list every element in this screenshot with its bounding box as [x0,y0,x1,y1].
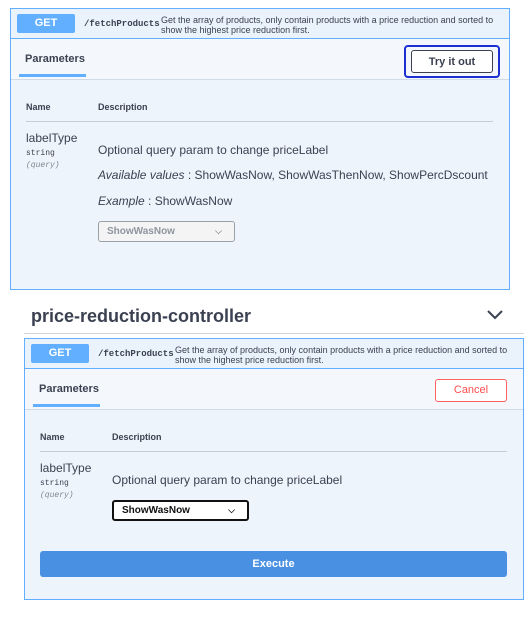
operation-description: Get the array of products, only contain … [175,345,508,365]
tab-underline [33,404,100,407]
tab-underline [19,74,86,77]
column-header-description: Description [112,432,162,442]
param-type: string [40,479,69,488]
chevron-down-icon: ⌵ [215,226,222,236]
operation-summary[interactable]: GET /fetchProducts Get the array of prod… [11,9,509,39]
section-title[interactable]: price-reduction-controller [31,306,251,327]
cancel-button[interactable]: Cancel [435,379,507,402]
param-location: (query) [40,491,74,500]
operation-panel-bottom: GET /fetchProducts Get the array of prod… [24,338,524,600]
chevron-down-icon: ⌵ [228,505,235,515]
operation-panel-top: GET /fetchProducts Get the array of prod… [10,8,510,290]
header-divider [40,451,507,452]
chevron-down-icon[interactable] [486,309,504,321]
available-values-label: Available values [98,168,185,182]
tab-parameters[interactable]: Parameters [39,383,99,395]
example-text: : ShowWasNow [148,194,233,208]
param-name: labelType [26,131,78,145]
annotation-highlight [404,45,500,78]
column-header-name: Name [26,102,51,112]
select-value: ShowWasNow [122,505,190,516]
param-select[interactable]: ShowWasNow ⌵ [112,500,249,521]
example-label: Example [98,194,145,208]
operation-description: Get the array of products, only contain … [161,15,494,35]
available-values: Available values : ShowWasNow, ShowWasTh… [98,168,488,182]
method-badge: GET [17,14,75,33]
example-value: Example : ShowWasNow [98,194,232,208]
header-divider [26,121,493,122]
param-select-disabled: ShowWasNow ⌵ [98,221,235,242]
section-divider [24,333,524,334]
available-values-list: : ShowWasNow, ShowWasThenNow, ShowPercDs… [187,168,488,182]
execute-button[interactable]: Execute [40,551,507,577]
column-header-description: Description [98,102,148,112]
method-badge: GET [31,344,89,363]
endpoint-path: /fetchProducts [98,349,174,359]
select-value: ShowWasNow [107,226,175,237]
param-description: Optional query param to change priceLabe… [98,143,329,157]
operation-summary[interactable]: GET /fetchProducts Get the array of prod… [25,339,523,369]
param-description: Optional query param to change priceLabe… [112,473,343,487]
endpoint-path: /fetchProducts [84,19,160,29]
param-name: labelType [40,461,92,475]
param-location: (query) [26,161,60,170]
param-type: string [26,149,55,158]
column-header-name: Name [40,432,65,442]
tab-parameters[interactable]: Parameters [25,53,85,65]
